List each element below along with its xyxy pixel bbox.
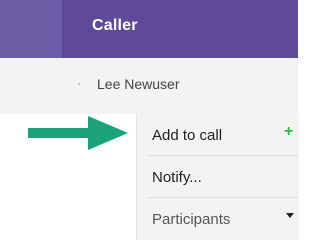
caret-down-icon[interactable] (286, 213, 294, 218)
menu-item-label: Participants (152, 211, 231, 228)
menu-item-label: Add to call (152, 127, 223, 144)
plus-icon: + (284, 123, 294, 140)
caller-name: Lee Newuser (97, 76, 180, 92)
pointer-arrow-icon (28, 116, 128, 150)
caller-header: Caller (0, 0, 298, 58)
menu-item-add-to-call[interactable]: Add to call (152, 118, 298, 154)
menu-divider (148, 155, 298, 156)
header-title: Caller (92, 17, 138, 34)
menu-divider (148, 197, 298, 198)
menu-item-participants[interactable]: Participants (152, 202, 298, 238)
header-left-panel (0, 0, 62, 58)
menu-item-notify[interactable]: Notify... (152, 160, 298, 196)
menu-item-label: Notify... (152, 169, 202, 186)
caller-bullet (78, 83, 80, 85)
